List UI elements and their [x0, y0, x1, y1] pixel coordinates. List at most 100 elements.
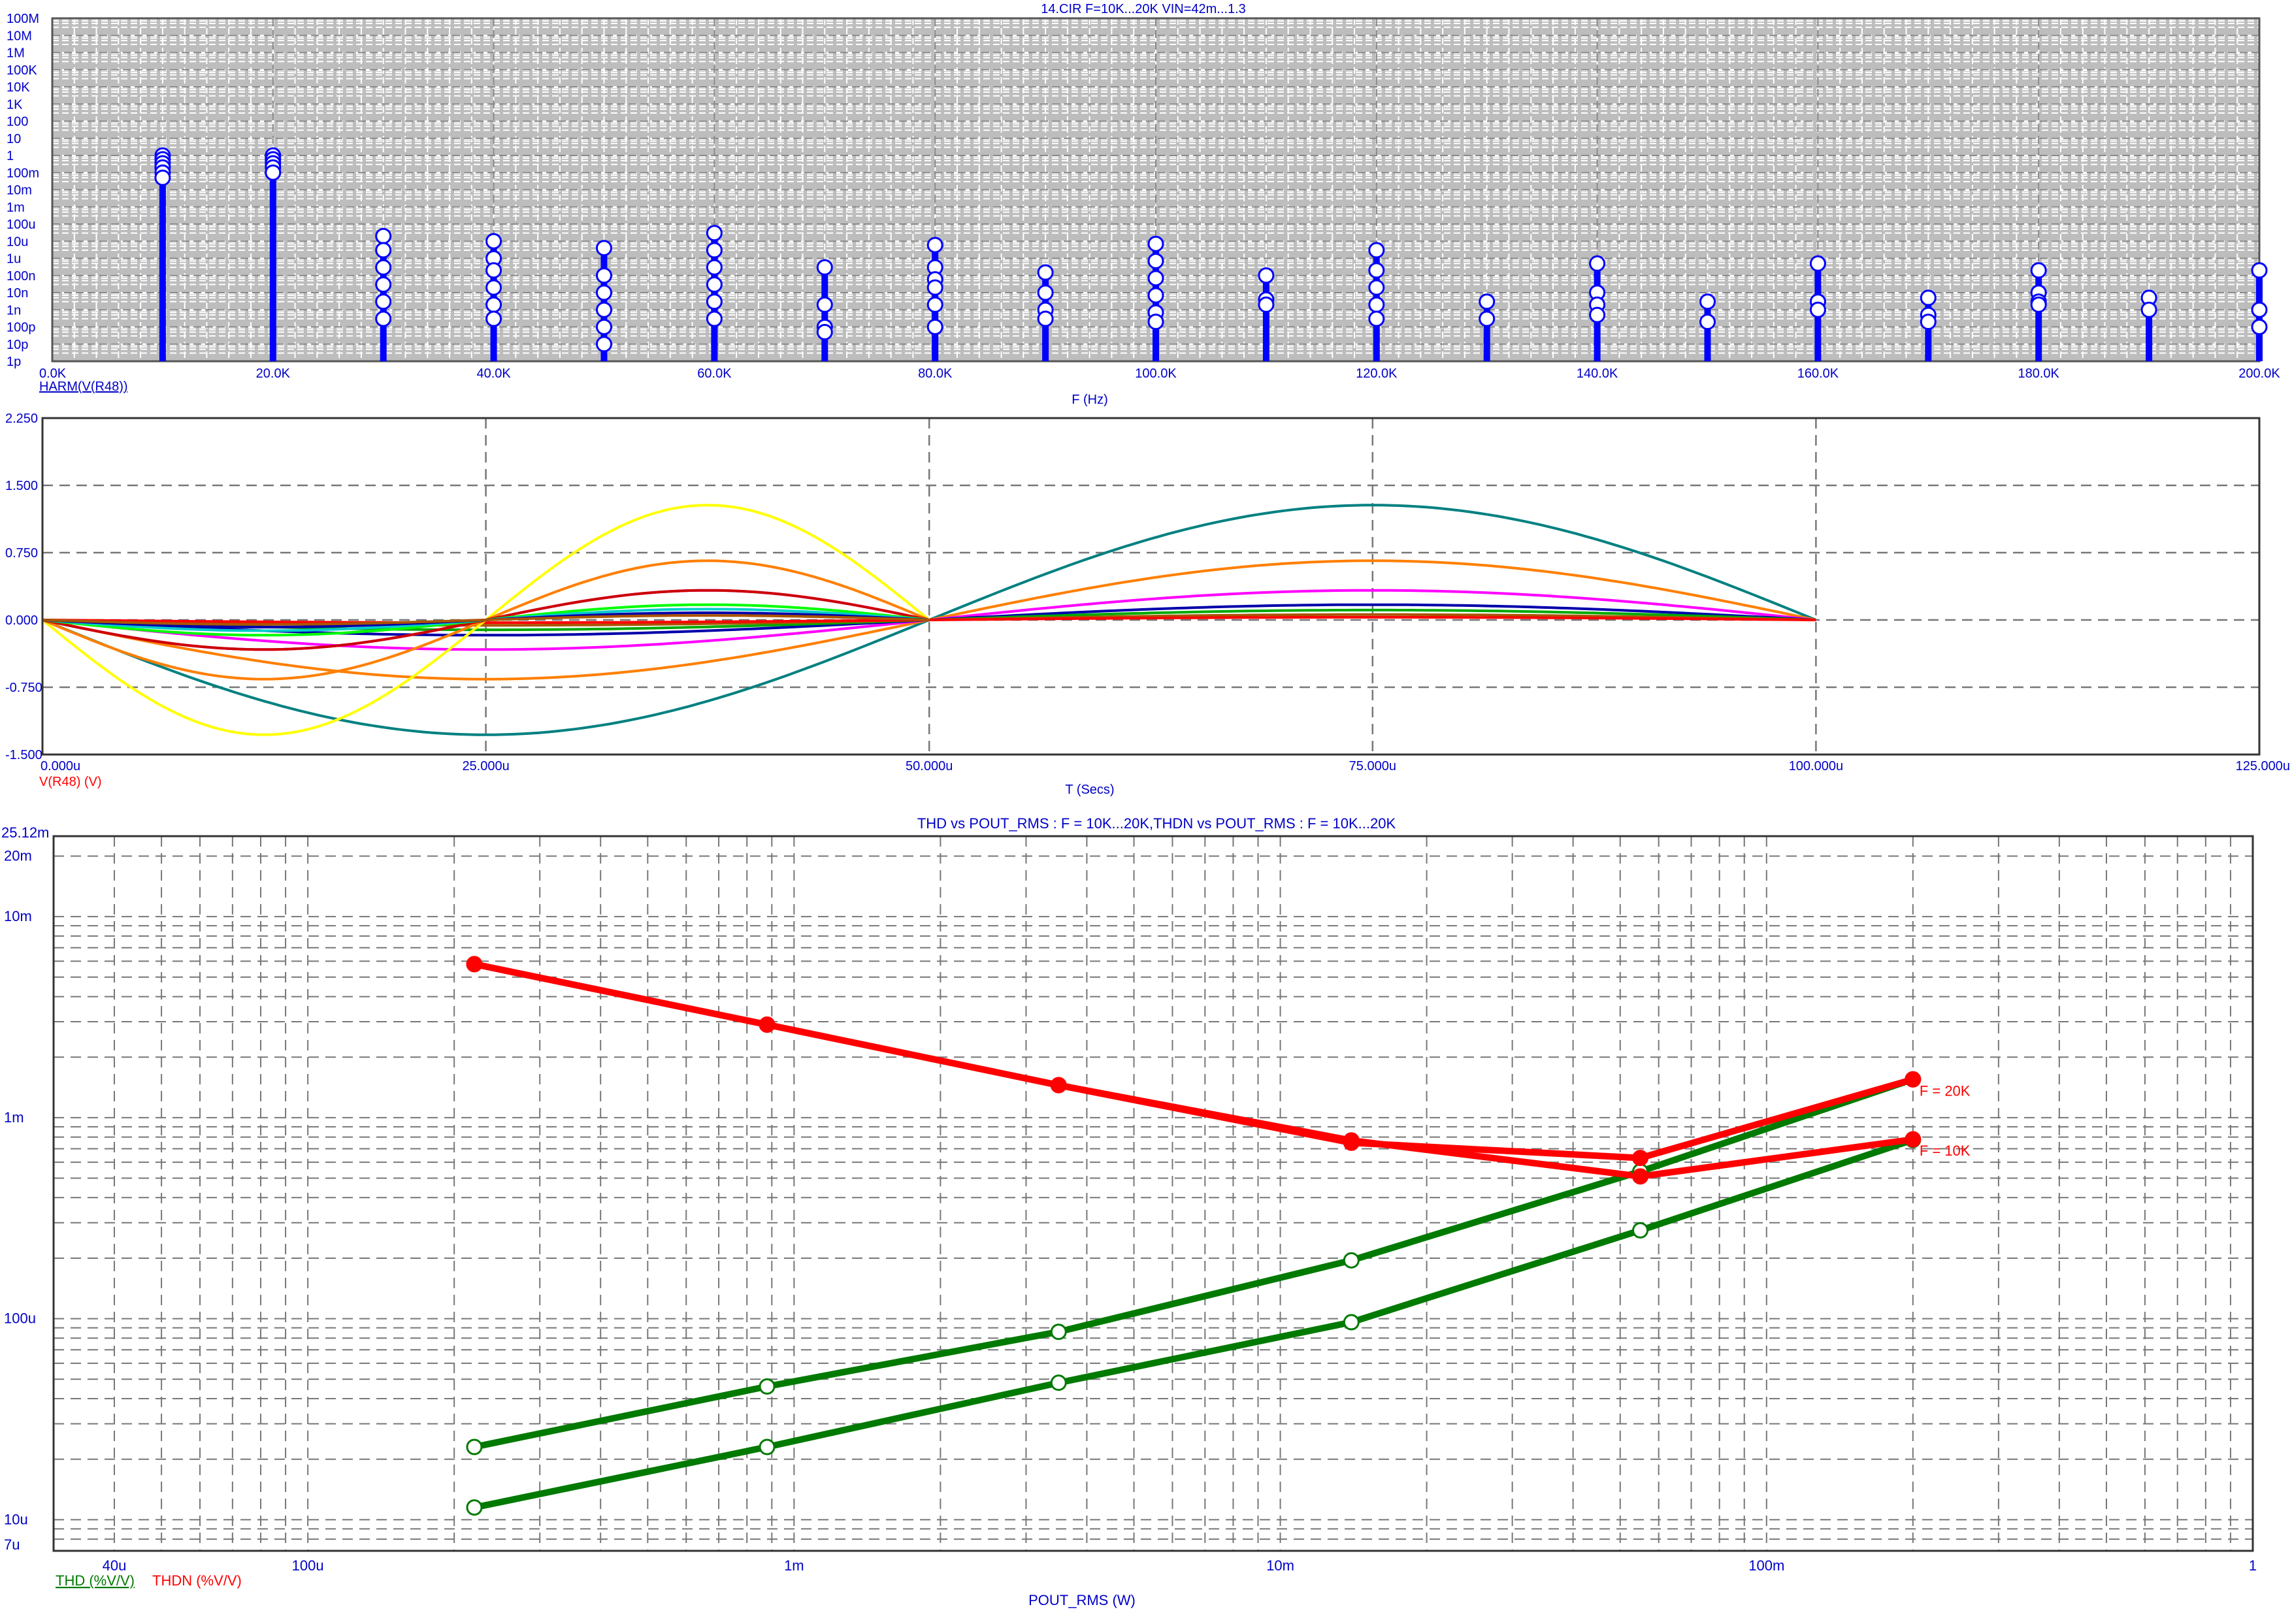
harmonic-marker — [2030, 296, 2047, 313]
harm-xtick-label: 80.0K — [918, 366, 953, 381]
harmonic-marker — [1809, 255, 1826, 272]
harmonic-marker — [485, 279, 502, 296]
harm-xtick-label: 160.0K — [1797, 366, 1839, 381]
thd-data-marker — [1343, 1314, 1360, 1331]
time-xlabel: T (Secs) — [1065, 783, 1114, 797]
time-xtick-label: 75.000u — [1349, 759, 1396, 773]
harmonic-marker — [1809, 301, 1826, 318]
thd-data-marker — [1905, 1131, 1922, 1148]
harmonic-marker — [816, 259, 833, 276]
harm-ytick-label: 1m — [7, 201, 25, 215]
thd-data-marker — [1905, 1071, 1922, 1088]
harm-ytick-label: 1K — [7, 97, 23, 112]
harmonic-marker — [375, 227, 392, 244]
series-end-label: F = 10K — [1920, 1143, 1971, 1159]
harmonic-marker — [816, 296, 833, 313]
harmonic-marker — [926, 279, 943, 296]
harmonic-marker — [706, 293, 723, 310]
harmonic-marker — [375, 276, 392, 293]
time-xtick-label: 100.000u — [1789, 759, 1843, 773]
harmonic-marker — [1147, 270, 1164, 287]
harm-ytick-label: 100u — [7, 218, 36, 232]
thd-data-marker — [1050, 1324, 1067, 1340]
time-ytick-label: -0.750 — [5, 681, 42, 695]
harmonic-marker — [485, 262, 502, 279]
thd-xtick-label: 40u — [103, 1557, 127, 1574]
thd-ytick-label: 10m — [4, 908, 32, 924]
thd-xtick-label: 100u — [292, 1557, 324, 1574]
thd-title: THD vs POUT_RMS : F = 10K...20K,THDN vs … — [917, 815, 1396, 832]
harmonic-marker — [706, 276, 723, 293]
harm-ytick-label: 10M — [7, 29, 32, 43]
harm-xtick-label: 200.0K — [2238, 366, 2280, 381]
harmonic-marker — [1368, 279, 1385, 296]
thd-ytick-label: 7u — [4, 1536, 20, 1553]
harmonic-marker — [1037, 264, 1054, 281]
time-xtick-label: 25.000u — [462, 759, 509, 773]
harm-xtick-label: 40.0K — [476, 366, 511, 381]
harmonic-marker — [1479, 293, 1496, 310]
thd-data-marker — [759, 1016, 776, 1033]
harmonic-marker — [1589, 306, 1606, 323]
harm-ytick-label: 100 — [7, 115, 28, 129]
harmonic-marker — [1920, 314, 1937, 331]
harm-xlabel: F (Hz) — [1072, 393, 1108, 407]
harmonic-marker — [375, 293, 392, 310]
harmonic-marker — [1147, 253, 1164, 270]
harmonic-marker — [2251, 319, 2268, 335]
harm-ytick-label: 10K — [7, 80, 30, 95]
legend-thd: THD (%V/V) — [56, 1572, 135, 1589]
harmonic-marker — [926, 319, 943, 335]
chart-canvas: 100M 10M 1M 100K 10K 1K 100 10 1 100m 10m 1m 100u 10u… — [0, 0, 2292, 1621]
harmonic-marker — [375, 259, 392, 276]
time-plot-area — [41, 417, 2261, 756]
harmonic-marker — [2140, 301, 2157, 318]
harmonic-marker — [1368, 296, 1385, 313]
harmonic-marker — [1037, 284, 1054, 301]
legend-thdn: THDN (%V/V) — [152, 1572, 242, 1589]
harmonic-marker — [1920, 289, 1937, 306]
harm-ytick-label: 10p — [7, 338, 28, 352]
harm-xtick-label: 180.0K — [2018, 366, 2060, 381]
harmonic-marker — [2251, 301, 2268, 318]
harmonic-marker — [1147, 287, 1164, 304]
thd-ytick-label: 10u — [4, 1511, 28, 1527]
thd-data-marker — [1343, 1252, 1360, 1269]
thd-plot-area — [52, 835, 2254, 1552]
harm-ytick-label: 10m — [7, 184, 32, 198]
harmonic-marker — [596, 336, 612, 353]
series-end-label: F = 20K — [1920, 1082, 1971, 1099]
thd-data-marker — [759, 1438, 776, 1455]
harm-ytick-label: 1u — [7, 252, 21, 267]
harmonic-marker — [596, 240, 612, 257]
harmonic-marker — [1258, 296, 1275, 313]
thd-data-marker — [1632, 1150, 1649, 1167]
time-ytick-label: 1.500 — [5, 479, 38, 493]
thd-ytick-label: 1m — [4, 1109, 24, 1126]
harmonic-marker — [1037, 310, 1054, 327]
time-ytick-label: -1.500 — [5, 748, 42, 762]
time-ytick-label: 2.250 — [5, 412, 38, 426]
harmonic-marker — [1147, 314, 1164, 331]
harm-xtick-label: 140.0K — [1577, 366, 1618, 381]
harmonic-marker — [1699, 314, 1716, 331]
harmonic-marker — [816, 323, 833, 340]
harm-ytick-label: 100K — [7, 63, 37, 78]
harmonic-marker — [596, 301, 612, 318]
harm-xtick-label: 60.0K — [697, 366, 732, 381]
harmonic-marker — [596, 267, 612, 284]
harm-xtick-label: 100.0K — [1135, 366, 1177, 381]
time-ytick-label: 0.000 — [5, 613, 38, 628]
harm-xtick-label: 0.0K — [39, 366, 67, 381]
thd-data-marker — [466, 1438, 483, 1455]
harmonic-marker — [926, 236, 943, 253]
thd-ytick-label: 100u — [4, 1310, 36, 1327]
time-xtick-label: 125.000u — [2236, 759, 2290, 773]
harmonic-marker — [485, 233, 502, 250]
harmonic-marker — [706, 242, 723, 259]
harm-ytick-label: 1p — [7, 355, 21, 369]
harm-series-label: HARM(V(R48)) — [39, 380, 128, 394]
harm-xtick-label: 20.0K — [256, 366, 291, 381]
harmonic-marker — [265, 164, 282, 181]
harm-ytick-label: 100n — [7, 269, 36, 284]
